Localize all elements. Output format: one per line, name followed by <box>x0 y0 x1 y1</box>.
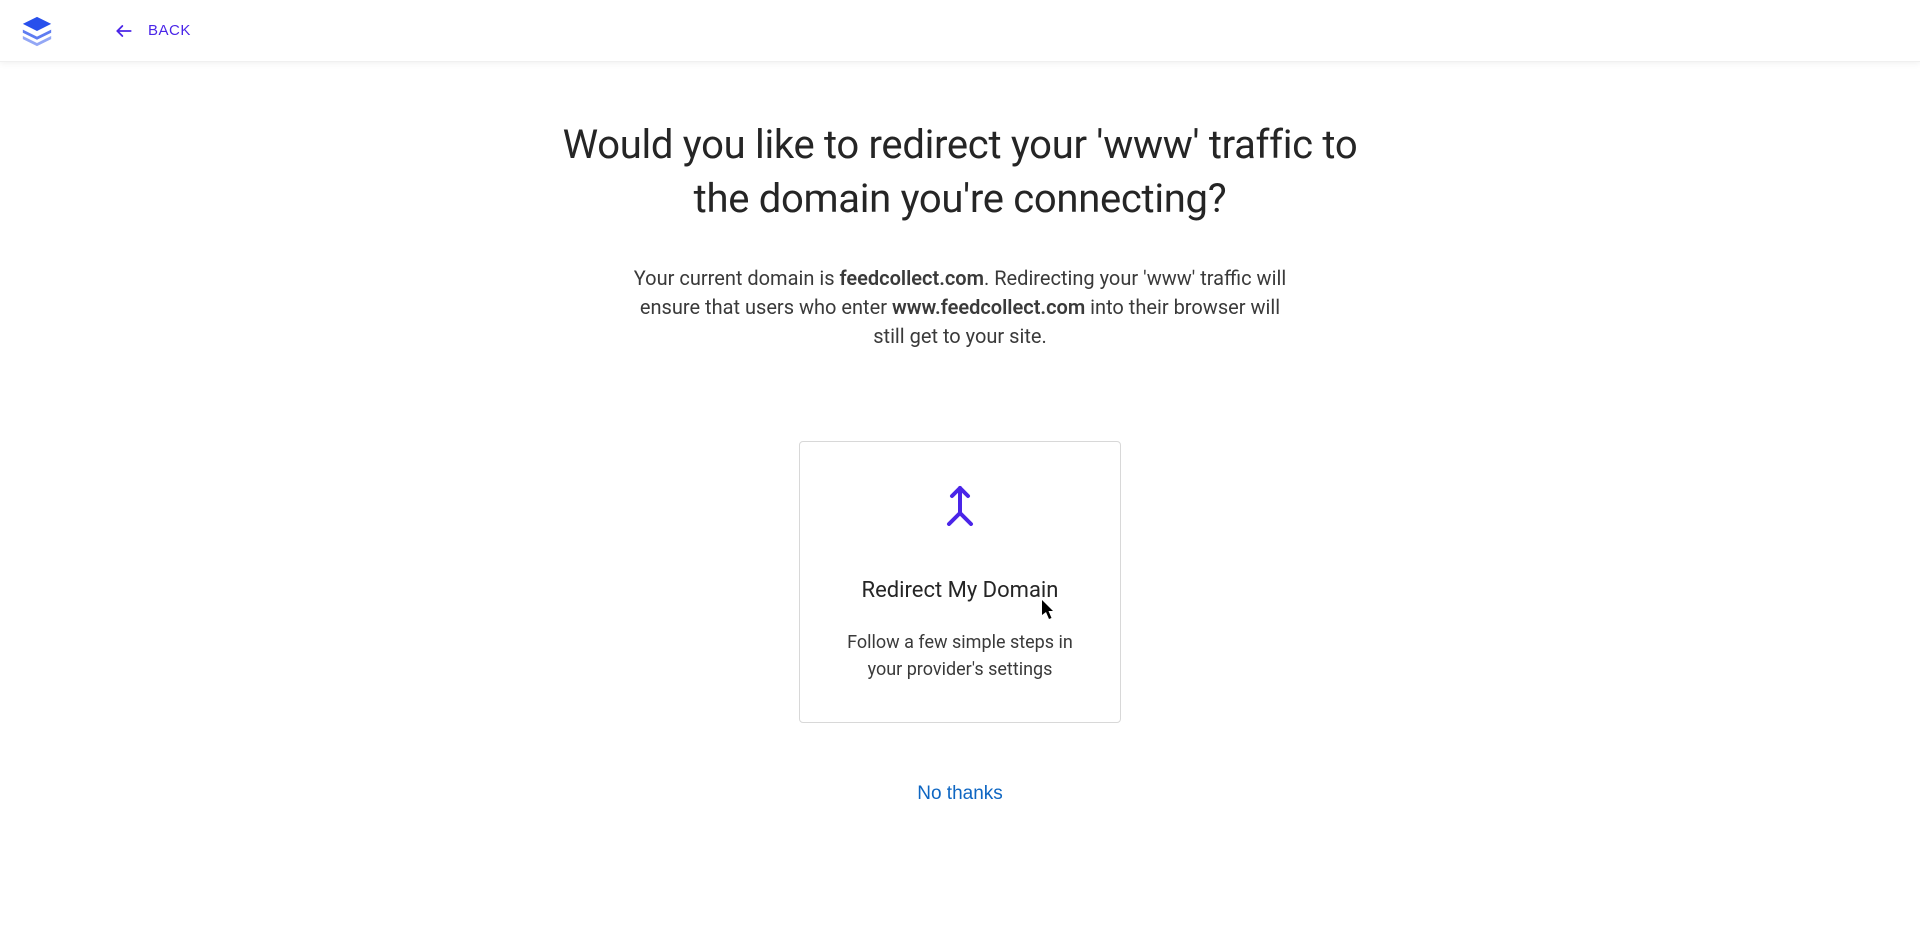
main-content: Would you like to redirect your 'www' tr… <box>0 62 1920 805</box>
page-description: Your current domain is feedcollect.com. … <box>630 264 1290 351</box>
desc-domain-2: www.feedcollect.com <box>892 295 1085 319</box>
merge-arrow-icon <box>942 484 978 530</box>
back-label: BACK <box>148 22 191 39</box>
top-header: BACK <box>0 0 1920 62</box>
no-thanks-button[interactable]: No thanks <box>917 783 1003 805</box>
page-title: Would you like to redirect your 'www' tr… <box>550 118 1370 226</box>
card-title: Redirect My Domain <box>862 578 1059 603</box>
redirect-domain-card[interactable]: Redirect My Domain Follow a few simple s… <box>799 441 1121 723</box>
back-button[interactable]: BACK <box>114 21 191 41</box>
app-logo-icon[interactable] <box>20 14 54 48</box>
desc-text-1: Your current domain is <box>634 266 840 290</box>
arrow-left-icon <box>114 21 134 41</box>
card-description: Follow a few simple steps in your provid… <box>840 629 1080 683</box>
desc-domain-1: feedcollect.com <box>839 266 984 290</box>
